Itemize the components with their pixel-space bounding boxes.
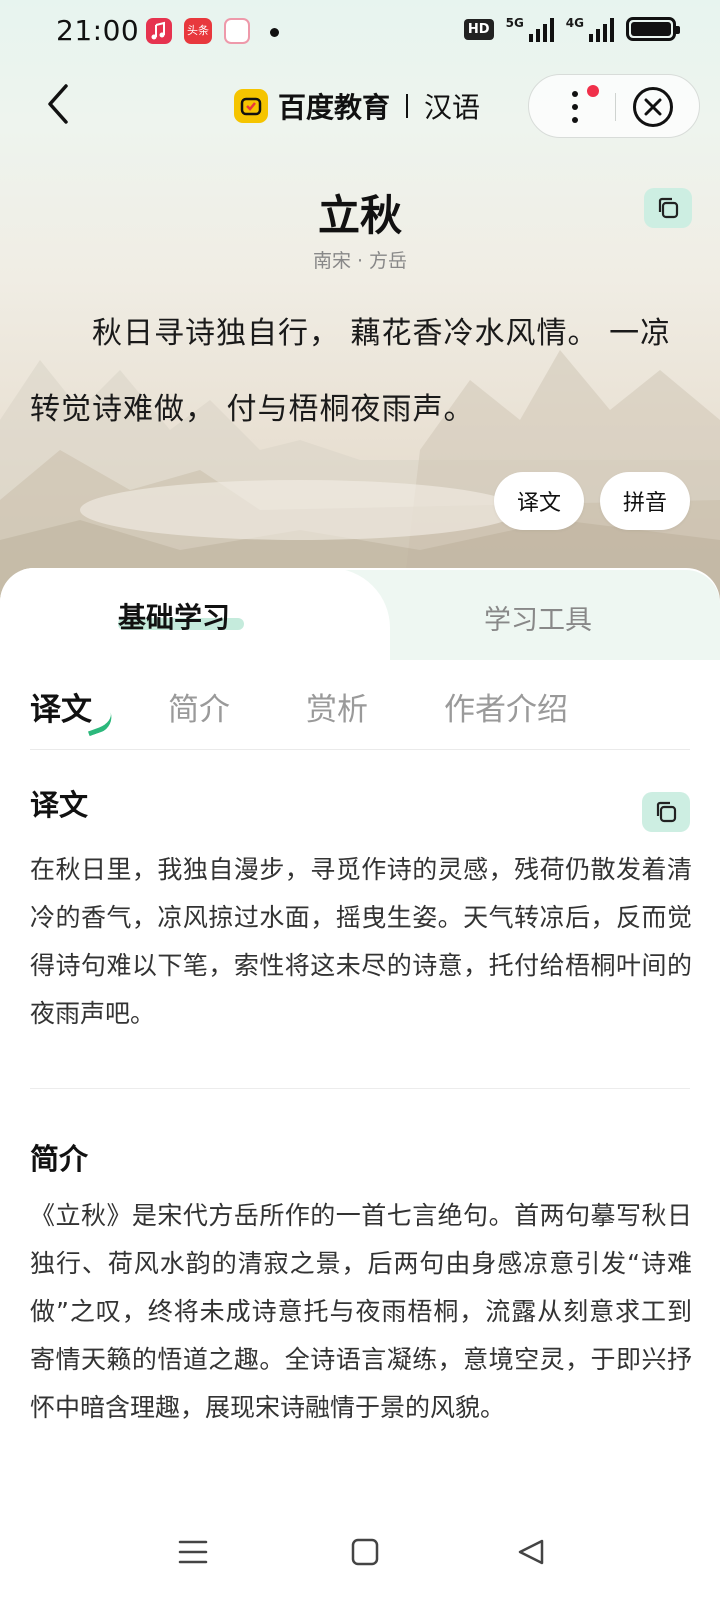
brand-header: 百度教育 汉语 [234, 86, 480, 126]
intro-title: 简介 [30, 1142, 89, 1176]
battery-icon [626, 17, 680, 41]
net-4g-label: 4G [565, 16, 584, 30]
brand-sub-title: 汉语 [424, 91, 481, 124]
square-icon [351, 1538, 379, 1566]
toutiao-label: 头条 [187, 24, 209, 37]
translation-text: 在秋日里，我独自漫步，寻觅作诗的灵感，残荷仍散发着清冷的香气，凉风掠过水面，摇曳… [30, 855, 692, 1028]
back-nav-button[interactable] [506, 1530, 556, 1574]
copy-translation-button[interactable] [642, 792, 690, 832]
poem-title: 立秋 [317, 191, 402, 240]
pinyin-toggle-button[interactable]: 拼音 [600, 472, 690, 530]
brand-name: 百度教育 [278, 91, 391, 124]
notification-dot-icon [270, 28, 279, 37]
capsule-separator [615, 93, 616, 121]
poem-body: 秋日寻诗独自行， 藕花香冷水风情。 一凉转觉诗难做， 付与梧桐夜雨声。 [30, 316, 672, 427]
net-5g-label: 5G [505, 16, 524, 30]
toutiao-app-icon: 头条 [184, 18, 212, 44]
section-divider [30, 1088, 690, 1089]
baidu-education-logo-icon [234, 89, 268, 123]
notification-badge-icon [587, 85, 599, 97]
subtab-appreciation[interactable]: 赏析 [306, 684, 368, 729]
sub-tab-bar: 译文 简介 赏析 作者介绍 [30, 684, 690, 750]
brand-separator [406, 94, 409, 118]
status-bar: 21:00 头条 HD 5G 4G [0, 0, 720, 64]
photos-app-icon [224, 18, 250, 44]
triangle-back-icon [518, 1539, 544, 1565]
home-button[interactable] [340, 1530, 390, 1574]
status-indicators: HD 5G 4G [463, 16, 680, 42]
mini-program-capsule [528, 74, 700, 138]
copy-icon [656, 801, 677, 823]
recent-apps-button[interactable] [168, 1530, 218, 1574]
poem-author: 南宋 · 方岳 [312, 250, 408, 272]
tab-learning-tools[interactable]: 学习工具 [484, 598, 592, 637]
translate-toggle-button[interactable]: 译文 [494, 472, 584, 530]
intro-text: 《立秋》是宋代方岳所作的一首七言绝句。首两句摹写秋日独行、荷风水韵的清寂之景，后… [30, 1201, 692, 1422]
system-navigation-bar [0, 1500, 720, 1600]
hd-icon: HD [463, 18, 494, 40]
close-icon [644, 98, 662, 116]
status-time: 21:00 [56, 14, 140, 47]
signal-4g-icon: 4G [566, 16, 614, 42]
copy-poem-button[interactable] [644, 188, 692, 228]
tab-basic-learning[interactable]: 基础学习 [118, 596, 230, 636]
copy-icon [658, 197, 679, 219]
back-button[interactable] [36, 82, 80, 126]
subtab-author[interactable]: 作者介绍 [444, 684, 568, 729]
signal-5g-icon: 5G [506, 16, 554, 42]
battery-fill [631, 22, 671, 36]
close-button[interactable] [633, 87, 673, 127]
subtab-translation[interactable]: 译文 [30, 684, 92, 729]
translation-title: 译文 [30, 788, 89, 822]
music-app-icon [146, 18, 172, 44]
chevron-left-icon [48, 84, 68, 124]
subtab-intro[interactable]: 简介 [168, 684, 230, 729]
menu-icon [178, 1540, 208, 1564]
